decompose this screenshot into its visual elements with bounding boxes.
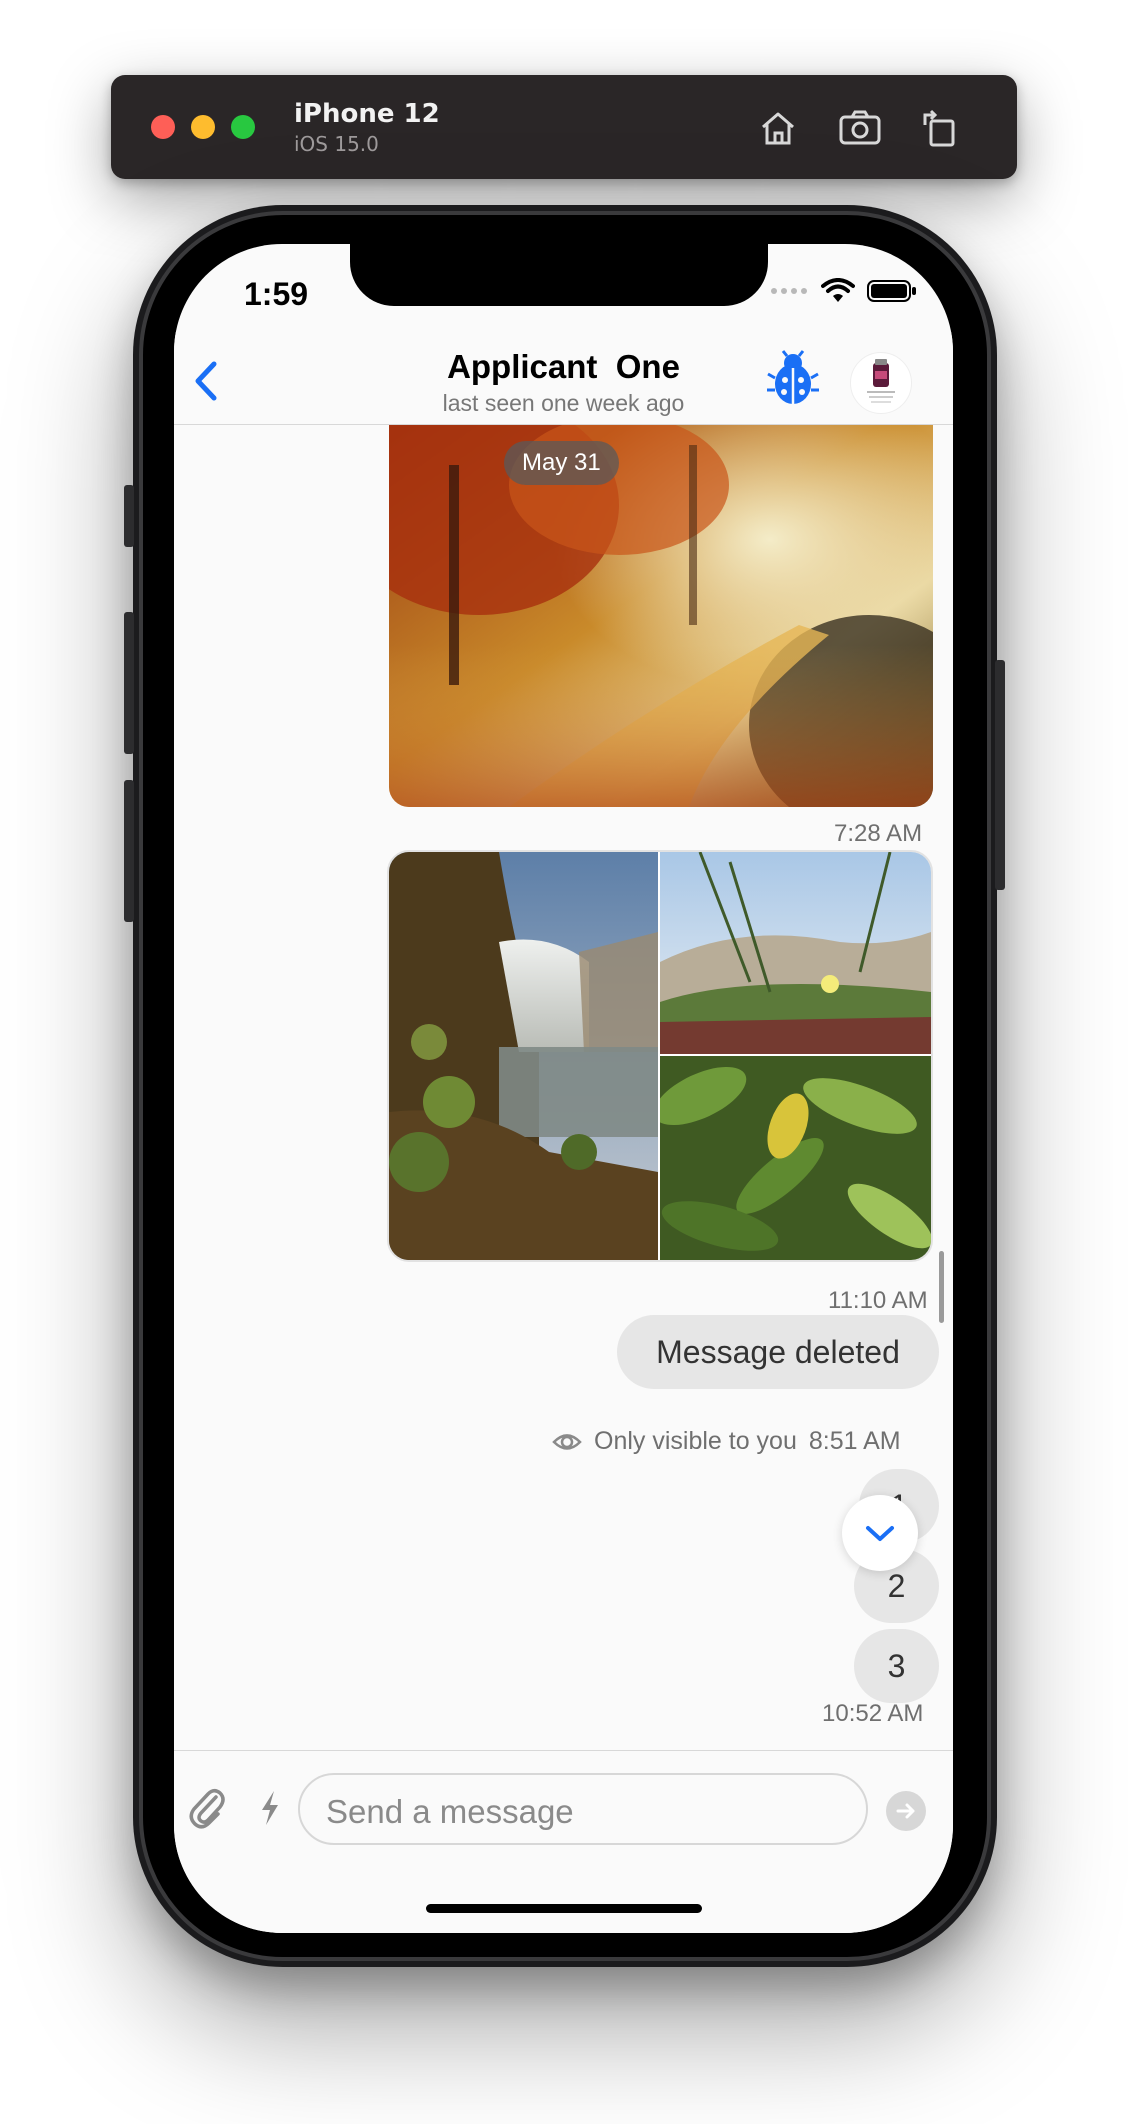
battery-icon bbox=[867, 280, 916, 302]
deleted-message-bubble[interactable]: Message deleted bbox=[617, 1315, 939, 1389]
chevron-down-icon bbox=[866, 1526, 894, 1541]
gallery-image-leaves[interactable] bbox=[660, 1056, 931, 1260]
gallery-image-dune-plants[interactable] bbox=[660, 852, 931, 1054]
phone-screen: 1:59 Applicant One last seen one week ag… bbox=[174, 244, 953, 1933]
power-button bbox=[995, 660, 1005, 890]
debug-bug-button[interactable] bbox=[766, 350, 820, 408]
simulator-title-bar: iPhone 12 iOS 15.0 bbox=[111, 75, 1017, 179]
contact-name: Applicant One bbox=[447, 348, 680, 385]
scrollbar[interactable] bbox=[939, 1251, 944, 1323]
message-time: 7:28 AM bbox=[834, 820, 923, 847]
message-bubble[interactable]: 3 bbox=[854, 1629, 939, 1703]
message-time: 11:10 AM bbox=[828, 1287, 928, 1314]
message-list[interactable]: May 31 7:28 AM 11:10 AM Message deleted … bbox=[174, 425, 953, 1750]
close-window-button[interactable] bbox=[151, 115, 175, 139]
send-button[interactable] bbox=[886, 1791, 926, 1831]
message-time: 10:52 AM bbox=[822, 1700, 924, 1727]
screenshot-icon[interactable] bbox=[837, 105, 883, 151]
last-seen-status: last seen one week ago bbox=[442, 390, 685, 416]
dune-plants-photo bbox=[660, 852, 931, 1054]
avatar-image bbox=[867, 359, 895, 403]
rotate-icon[interactable] bbox=[917, 105, 963, 151]
device-name: iPhone 12 bbox=[294, 99, 440, 129]
notch bbox=[350, 244, 768, 306]
visibility-label: Only visible to you bbox=[594, 1427, 797, 1455]
ladybug-icon bbox=[767, 350, 819, 404]
arrow-right-icon bbox=[896, 1803, 915, 1819]
message-time: 8:51 AM bbox=[808, 1427, 901, 1455]
status-icons bbox=[769, 278, 917, 304]
paperclip-icon bbox=[189, 1789, 225, 1829]
mute-switch bbox=[124, 485, 134, 547]
minimize-window-button[interactable] bbox=[191, 115, 215, 139]
zoom-window-button[interactable] bbox=[231, 115, 255, 139]
lemon-leaves-photo bbox=[660, 1056, 931, 1260]
autumn-forest-photo bbox=[389, 425, 933, 807]
message-image-autumn[interactable] bbox=[389, 425, 933, 807]
message-image-gallery[interactable] bbox=[387, 850, 933, 1262]
wifi-icon bbox=[821, 278, 855, 302]
volume-down-button bbox=[124, 780, 134, 922]
date-separator: May 31 bbox=[504, 441, 619, 485]
chat-header: Applicant One last seen one week ago bbox=[174, 332, 953, 425]
commands-button[interactable] bbox=[256, 1789, 284, 1827]
home-indicator[interactable] bbox=[426, 1904, 702, 1913]
avatar[interactable] bbox=[850, 352, 912, 414]
message-input[interactable]: Send a message bbox=[298, 1773, 868, 1845]
volume-up-button bbox=[124, 612, 134, 754]
eye-icon bbox=[552, 1433, 582, 1450]
waterfall-photo bbox=[389, 852, 658, 1260]
signal-icon bbox=[771, 288, 807, 294]
gallery-image-waterfall[interactable] bbox=[389, 852, 658, 1260]
lightning-icon bbox=[262, 1791, 278, 1825]
scroll-to-bottom-button[interactable] bbox=[842, 1495, 918, 1571]
status-time: 1:59 bbox=[244, 276, 309, 312]
visibility-note: Only visible to you 8:51 AM bbox=[552, 1427, 901, 1456]
os-version: iOS 15.0 bbox=[294, 132, 379, 156]
home-icon[interactable] bbox=[755, 105, 801, 151]
attachment-button[interactable] bbox=[188, 1783, 226, 1831]
